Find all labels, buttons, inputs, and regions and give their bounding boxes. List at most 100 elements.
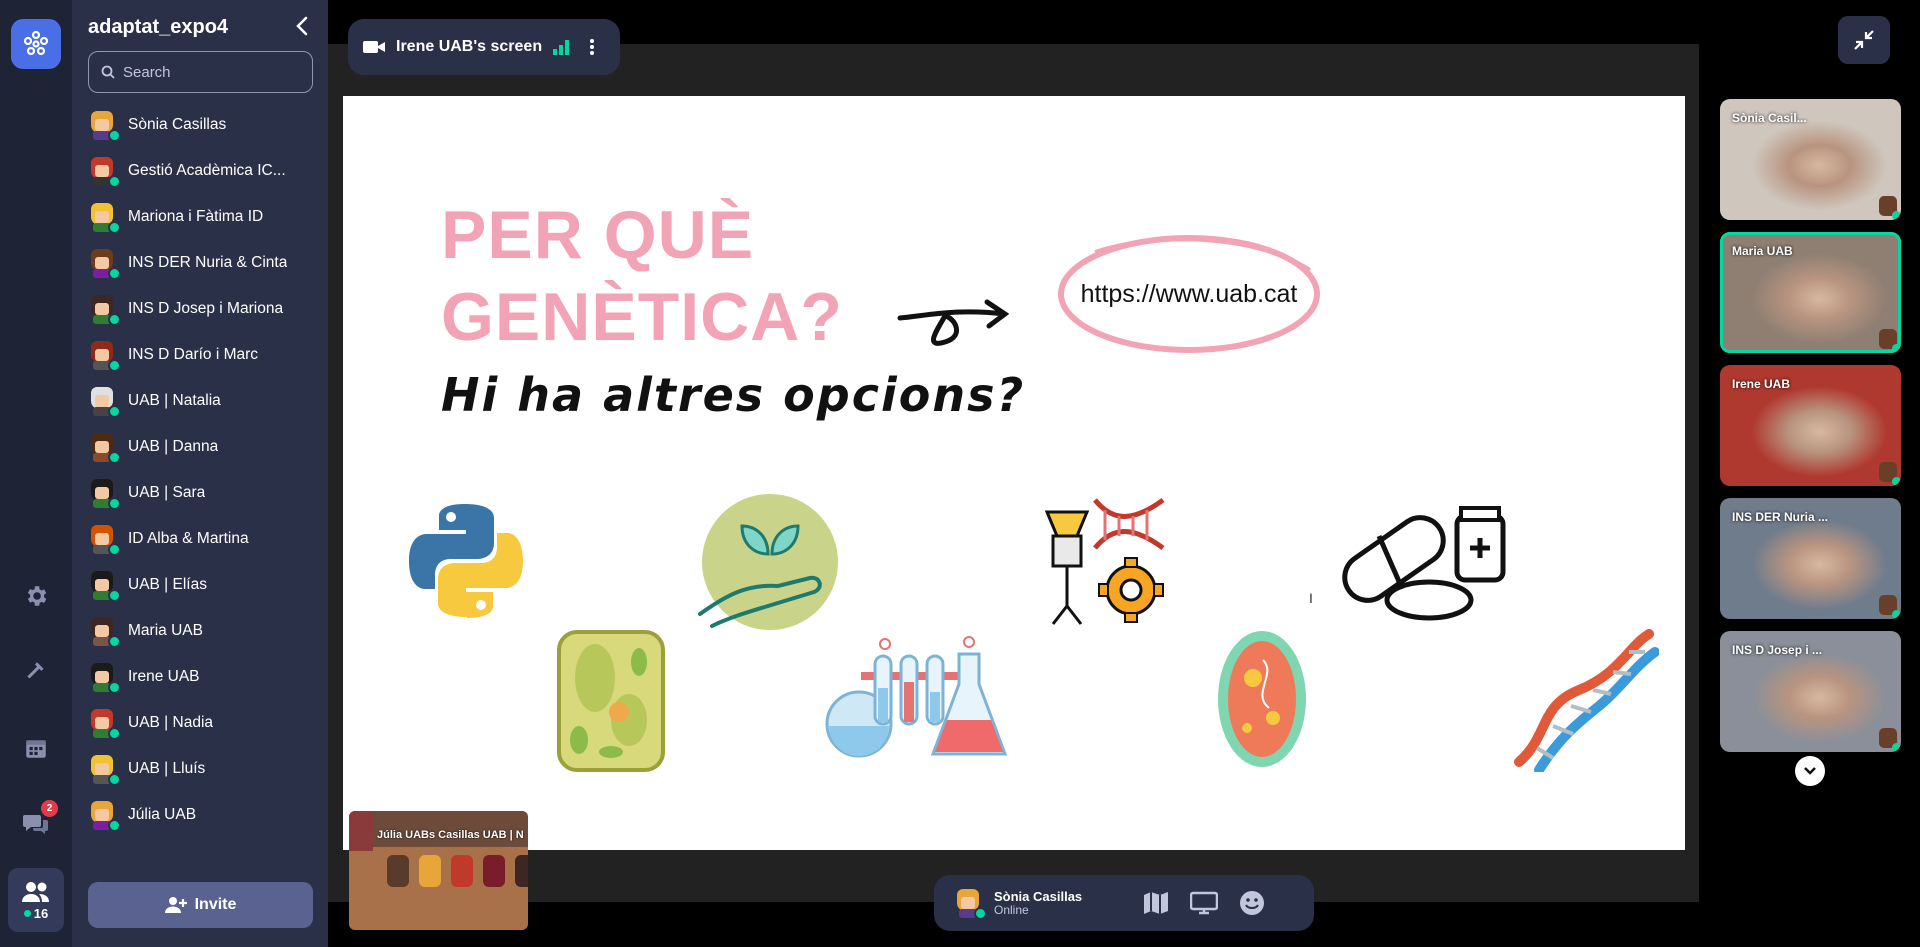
dna-research-gear-icon xyxy=(1044,497,1165,625)
more-options-icon[interactable] xyxy=(588,37,596,57)
dna-helix-icon xyxy=(1514,629,1659,772)
user-list-item[interactable]: INS D Darío i Marc xyxy=(88,332,318,378)
map-player-names: Júlia UABs Casillas UAB | N xyxy=(377,829,524,841)
user-name: INS DER Nuria & Cinta xyxy=(128,254,288,271)
user-list-item[interactable]: Irene UAB xyxy=(88,654,318,700)
user-list-item[interactable]: Mariona i Fàtima ID xyxy=(88,194,318,240)
search-box[interactable] xyxy=(88,51,313,93)
avatar xyxy=(88,155,121,188)
video-tile[interactable]: Irene UAB xyxy=(1720,365,1901,486)
online-status-dot xyxy=(108,635,121,648)
online-status-dot xyxy=(108,175,121,188)
user-list-item[interactable]: UAB | Natalia xyxy=(88,378,318,424)
online-status-dot xyxy=(108,819,121,832)
participants-button[interactable]: 16 xyxy=(8,868,64,932)
avatar xyxy=(88,799,121,832)
avatar xyxy=(88,477,121,510)
avatar xyxy=(88,615,121,648)
user-name: ID Alba & Martina xyxy=(128,530,249,547)
slide-title-line1: PER QUÈ xyxy=(441,197,755,273)
video-tiles: Sònia Casil... Maria UAB Irene UAB INS DER … xyxy=(1720,99,1901,764)
text-cursor-icon: I xyxy=(1309,590,1313,606)
video-tile-name: INS D Josep i ... xyxy=(1732,643,1823,657)
avatar xyxy=(88,293,121,326)
search-input[interactable] xyxy=(123,63,303,81)
exit-fullscreen-button[interactable] xyxy=(1838,16,1890,64)
user-list-item[interactable]: Maria UAB xyxy=(88,608,318,654)
video-tile[interactable]: INS D Josep i ... xyxy=(1720,631,1901,752)
avatar xyxy=(88,109,121,142)
screen-share-icon[interactable] xyxy=(1184,883,1224,923)
collapse-panel-chevron-left-icon[interactable] xyxy=(290,14,314,38)
signal-strength-icon xyxy=(553,40,570,55)
avatar xyxy=(88,201,121,234)
video-tile[interactable]: Sònia Casil... xyxy=(1720,99,1901,220)
video-tile-name: INS DER Nuria ... xyxy=(1732,510,1829,524)
gather-logo-icon[interactable] xyxy=(11,19,61,69)
user-list-item[interactable]: ID Alba & Martina xyxy=(88,516,318,562)
slide-title: PER QUÈ GENÈTICA? xyxy=(441,194,843,358)
user-list-item[interactable]: UAB | Lluís xyxy=(88,746,318,792)
build-hammer-icon[interactable] xyxy=(16,652,56,692)
user-list-item[interactable]: UAB | Sara xyxy=(88,470,318,516)
people-count: 16 xyxy=(33,905,49,921)
arrow-doodle-icon xyxy=(897,299,1010,346)
hand-leaves-eco-icon xyxy=(698,494,838,630)
mini-map[interactable]: Júlia UABs Casillas UAB | N xyxy=(349,811,528,930)
screen-share-owner: Irene UAB's screen xyxy=(396,38,543,55)
user-list-item[interactable]: INS DER Nuria & Cinta xyxy=(88,240,318,286)
user-name: Sònia Casillas xyxy=(128,116,227,133)
map-icon[interactable] xyxy=(1136,883,1176,923)
online-status-dot xyxy=(108,451,121,464)
online-status-dot xyxy=(108,129,121,142)
avatar xyxy=(88,247,121,280)
user-list-item[interactable]: UAB | Nadia xyxy=(88,700,318,746)
video-tile[interactable]: Maria UAB xyxy=(1720,232,1901,353)
left-rail: 2 16 xyxy=(0,0,72,947)
video-camera-icon xyxy=(363,41,385,53)
user-name: UAB | Sara xyxy=(128,484,206,501)
tile-online-dot xyxy=(1892,211,1901,220)
self-avatar[interactable] xyxy=(954,887,987,920)
user-name: Júlia UAB xyxy=(128,806,197,823)
video-tile[interactable]: INS DER Nuria ... xyxy=(1720,498,1901,619)
avatar xyxy=(88,385,121,418)
tile-online-dot xyxy=(1892,344,1901,353)
settings-gear-icon[interactable] xyxy=(16,576,56,616)
url-circled: https://www.uab.cat xyxy=(1055,230,1323,358)
calendar-icon[interactable] xyxy=(16,728,56,768)
avatar xyxy=(88,661,121,694)
user-list-item[interactable]: INS D Josep i Mariona xyxy=(88,286,318,332)
user-list-item[interactable]: UAB | Elías xyxy=(88,562,318,608)
user-list-item[interactable]: Gestió Acadèmica IC... xyxy=(88,148,318,194)
pills-medicine-icon xyxy=(1342,506,1506,621)
map-door xyxy=(349,811,373,851)
online-status-dot xyxy=(108,405,121,418)
user-name: UAB | Danna xyxy=(128,438,219,455)
online-status-dot xyxy=(108,681,121,694)
user-list-item[interactable]: Júlia UAB xyxy=(88,792,318,838)
add-user-icon xyxy=(164,897,187,913)
user-name: Maria UAB xyxy=(128,622,203,639)
chat-icon[interactable]: 2 xyxy=(16,800,58,844)
emoji-icon[interactable] xyxy=(1232,883,1272,923)
tile-online-dot xyxy=(1892,477,1901,486)
user-name: Mariona i Fàtima ID xyxy=(128,208,264,225)
user-name: UAB | Lluís xyxy=(128,760,206,777)
avatar xyxy=(88,569,121,602)
participants-panel: adaptat_expo4 Sònia Casillas Gestió Acadè… xyxy=(72,0,328,947)
search-icon xyxy=(101,65,115,79)
scroll-more-chevron-down-icon[interactable] xyxy=(1795,756,1825,786)
user-list-item[interactable]: UAB | Danna xyxy=(88,424,318,470)
invite-button[interactable]: Invite xyxy=(88,882,313,928)
avatar xyxy=(88,431,121,464)
online-status-dot xyxy=(108,773,121,786)
user-list-item[interactable]: Sònia Casillas xyxy=(88,102,318,148)
plant-cell-icon xyxy=(557,630,665,772)
invite-label: Invite xyxy=(194,896,237,913)
user-list: Sònia Casillas Gestió Acadèmica IC... Mari… xyxy=(88,102,318,838)
user-name: INS D Darío i Marc xyxy=(128,346,259,363)
shared-slide: PER QUÈ GENÈTICA? Hi ha altres opcions? … xyxy=(343,96,1685,850)
screen-share-label: Irene UAB's screen xyxy=(348,19,620,75)
online-status-dot xyxy=(108,727,121,740)
